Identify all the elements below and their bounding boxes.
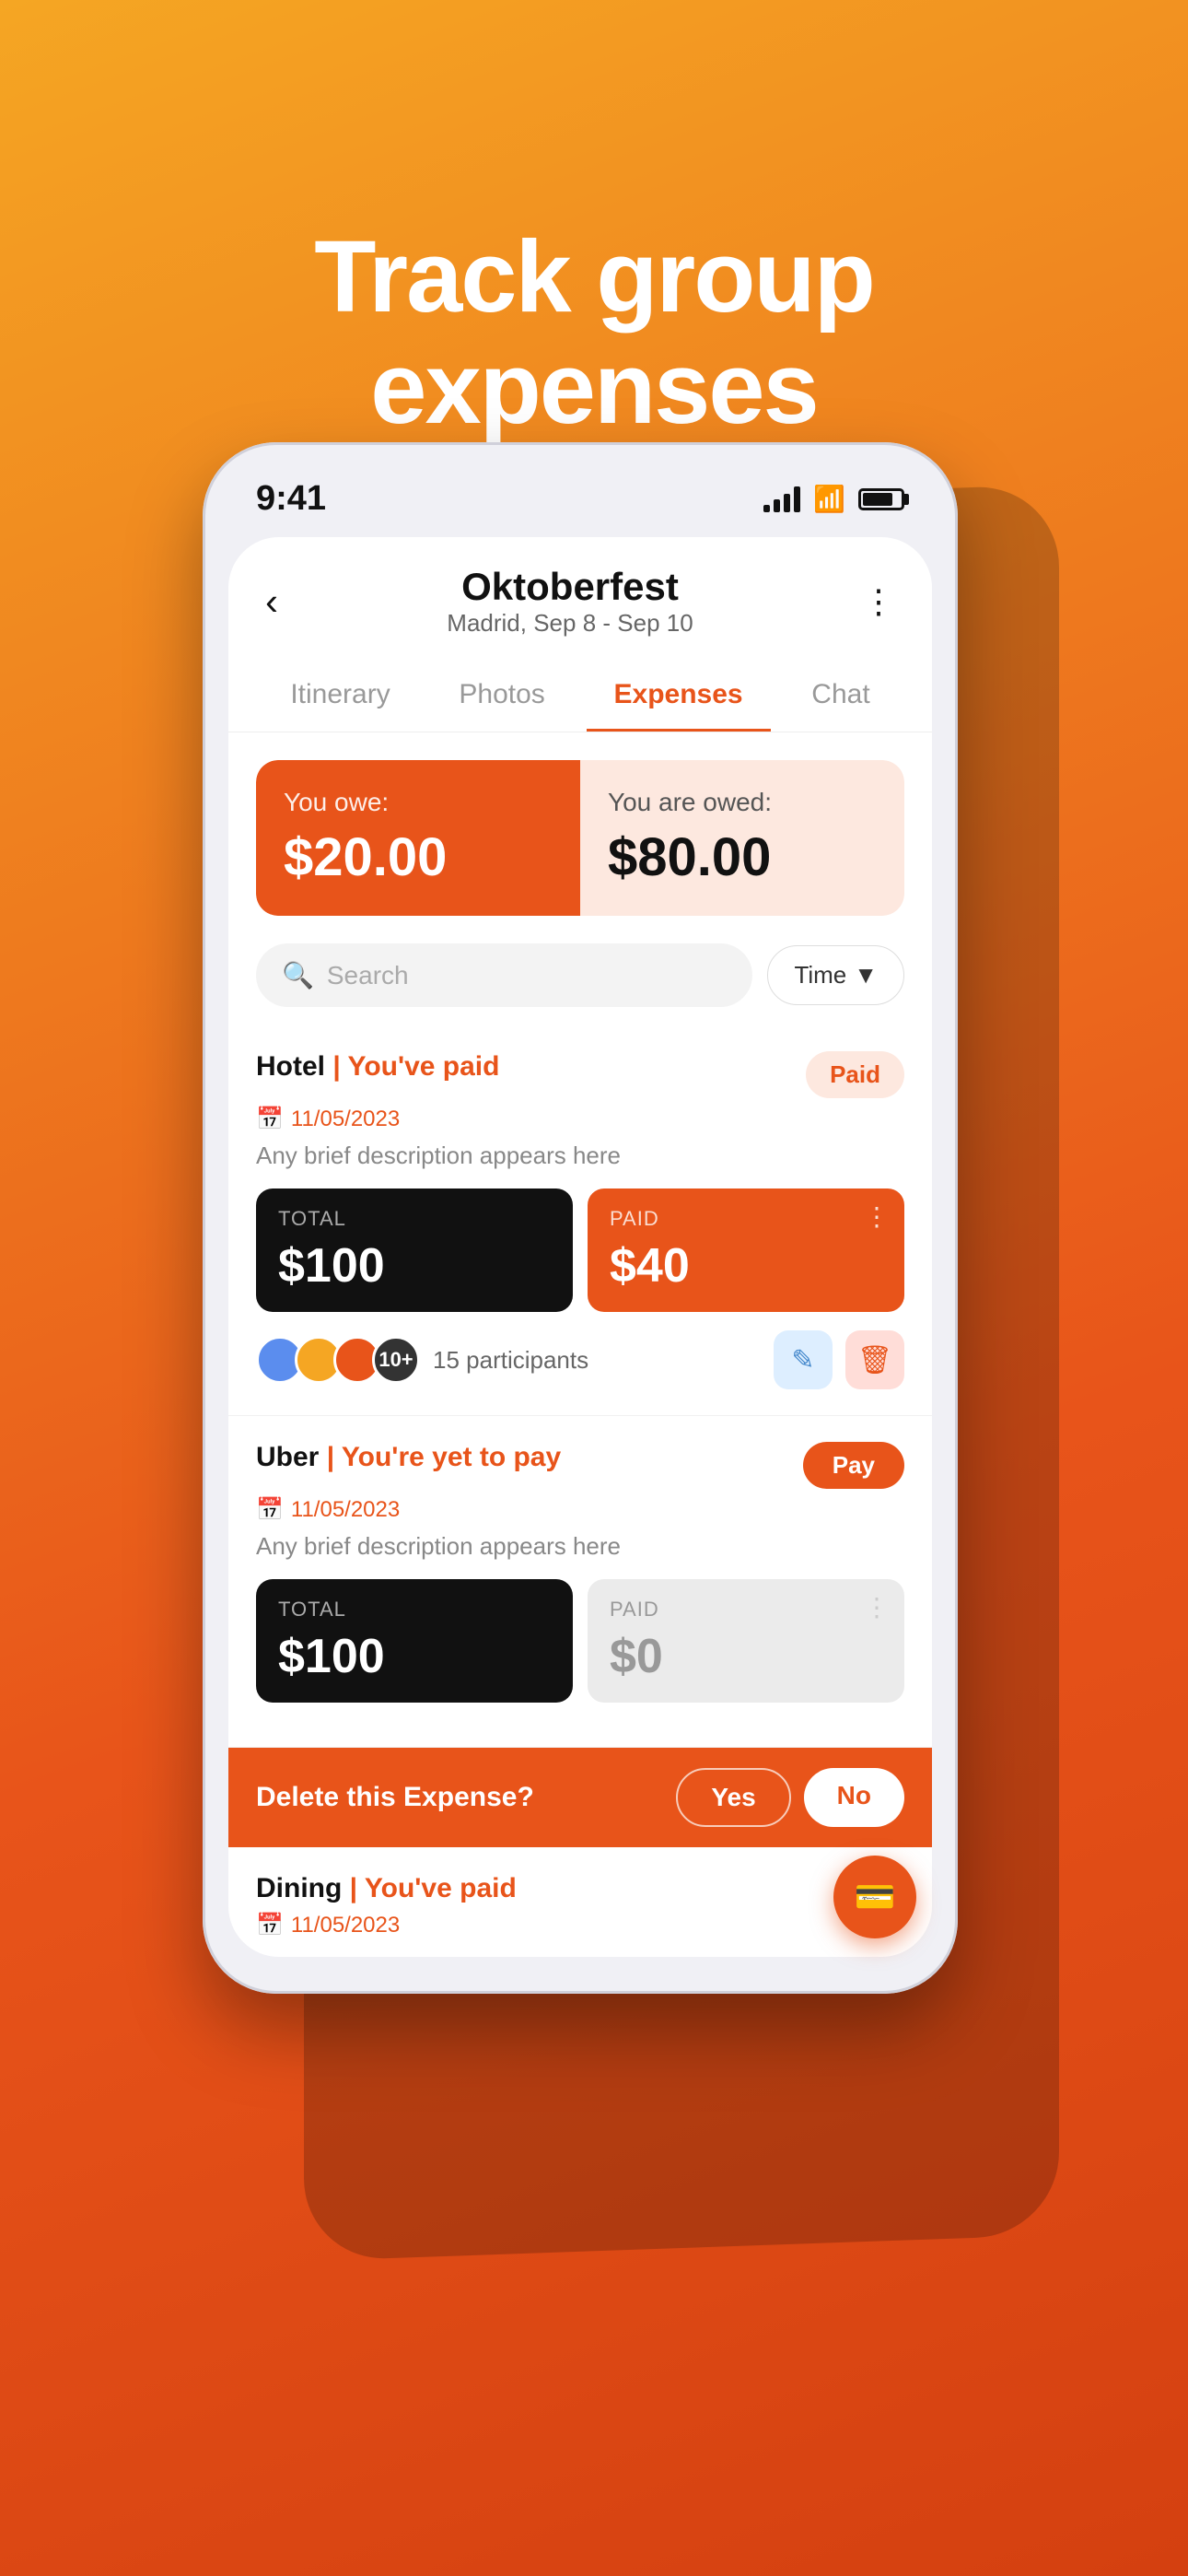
nav-tabs: Itinerary Photos Expenses Chat — [228, 651, 932, 732]
delete-button[interactable]: 🗑 — [845, 1330, 904, 1389]
expense-hotel-name: Hotel | You've paid — [256, 1051, 499, 1083]
search-section: 🔍 Search Time ▼ — [228, 943, 932, 1025]
expense-uber-name: Uber | You're yet to pay — [256, 1442, 561, 1473]
signal-icon — [763, 486, 800, 512]
hotel-participants-row: 10+ 15 participants ✎ 🗑 — [256, 1330, 904, 1389]
phone-frame: 9:41 📶 ‹ Oktoberfest — [203, 442, 958, 1994]
uber-paid-amount: $0 — [610, 1629, 882, 1684]
fab-icon: 💳 — [855, 1878, 896, 1916]
trip-name: Oktoberfest — [447, 565, 693, 609]
no-button[interactable]: No — [804, 1768, 904, 1827]
wifi-icon: 📶 — [813, 484, 845, 514]
uber-total-amount: $100 — [278, 1629, 551, 1684]
expense-hotel-status: | You've paid — [332, 1051, 499, 1082]
search-placeholder: Search — [327, 961, 409, 990]
calendar-icon-dining: 📅 — [256, 1912, 284, 1938]
phone-content: ‹ Oktoberfest Madrid, Sep 8 - Sep 10 ⋮ I… — [228, 537, 932, 1957]
expense-hotel-amounts: TOTAL $100 PAID $40 ⋮ — [256, 1188, 904, 1312]
expense-dining-name: Dining | You've paid — [256, 1873, 517, 1904]
filter-button[interactable]: Time ▼ — [767, 945, 904, 1005]
expense-uber-header: Uber | You're yet to pay Pay — [256, 1442, 904, 1489]
hero-title: Track groupexpenses — [314, 221, 874, 444]
more-button[interactable]: ⋮ — [862, 582, 895, 621]
owe-label: You owe: — [284, 788, 553, 817]
status-time: 9:41 — [256, 479, 326, 519]
hotel-dots-menu[interactable]: ⋮ — [864, 1201, 890, 1232]
yes-button[interactable]: Yes — [676, 1768, 790, 1827]
expense-hotel-date: 📅 11/05/2023 — [256, 1106, 904, 1132]
expense-uber-desc: Any brief description appears here — [256, 1532, 904, 1561]
hotel-action-buttons: ✎ 🗑 — [774, 1330, 904, 1389]
filter-label: Time — [794, 961, 846, 989]
tab-itinerary[interactable]: Itinerary — [262, 661, 417, 732]
tab-expenses[interactable]: Expenses — [587, 661, 771, 732]
status-bar: 9:41 📶 — [228, 470, 932, 537]
expense-uber-date: 📅 11/05/2023 — [256, 1496, 904, 1523]
expense-item-dining: Dining | You've paid 📅 11/05/2023 — [228, 1847, 932, 1957]
hotel-paid-box: PAID $40 ⋮ — [588, 1188, 904, 1312]
uber-dots-menu[interactable]: ⋮ — [864, 1592, 890, 1622]
owe-card: You owe: $20.00 — [256, 760, 580, 916]
tab-photos[interactable]: Photos — [431, 661, 572, 732]
owe-amount: $20.00 — [284, 826, 553, 888]
hotel-total-amount: $100 — [278, 1238, 551, 1294]
expense-item-hotel: Hotel | You've paid Paid 📅 11/05/2023 An… — [228, 1025, 932, 1416]
delete-confirm-bar: Delete this Expense? Yes No — [228, 1748, 932, 1847]
expense-hotel-desc: Any brief description appears here — [256, 1142, 904, 1170]
battery-icon — [858, 488, 904, 510]
hotel-participant-count: 15 participants — [433, 1346, 588, 1375]
app-header: ‹ Oktoberfest Madrid, Sep 8 - Sep 10 ⋮ — [228, 537, 932, 651]
uber-total-box: TOTAL $100 — [256, 1579, 573, 1703]
fab-button[interactable]: 💳 — [833, 1856, 916, 1938]
owed-amount: $80.00 — [608, 826, 877, 888]
chevron-down-icon: ▼ — [854, 961, 878, 989]
expense-hotel-header: Hotel | You've paid Paid — [256, 1051, 904, 1098]
trip-dates: Madrid, Sep 8 - Sep 10 — [447, 609, 693, 638]
balance-section: You owe: $20.00 You are owed: $80.00 — [256, 760, 904, 916]
uber-paid-box: PAID $0 ⋮ — [588, 1579, 904, 1703]
owed-card: You are owed: $80.00 — [580, 760, 904, 916]
calendar-icon: 📅 — [256, 1106, 284, 1132]
expense-hotel-badge: Paid — [806, 1051, 904, 1098]
header-center: Oktoberfest Madrid, Sep 8 - Sep 10 — [447, 565, 693, 638]
expense-dining-date: 📅 11/05/2023 — [256, 1912, 904, 1938]
calendar-icon-uber: 📅 — [256, 1496, 284, 1523]
expense-uber-status: | You're yet to pay — [327, 1442, 562, 1472]
expense-uber-badge[interactable]: Pay — [803, 1442, 904, 1489]
hotel-total-box: TOTAL $100 — [256, 1188, 573, 1312]
tab-chat[interactable]: Chat — [784, 661, 897, 732]
confirm-buttons: Yes No — [676, 1768, 904, 1827]
phone-mockup: 9:41 📶 ‹ Oktoberfest — [203, 442, 985, 1994]
owed-label: You are owed: — [608, 788, 877, 817]
search-bar[interactable]: 🔍 Search — [256, 943, 752, 1007]
status-icons: 📶 — [763, 484, 904, 514]
back-button[interactable]: ‹ — [265, 580, 278, 624]
search-icon: 🔍 — [282, 960, 314, 990]
expense-uber-amounts: TOTAL $100 PAID $0 ⋮ — [256, 1579, 904, 1703]
expense-item-uber: Uber | You're yet to pay Pay 📅 11/05/202… — [228, 1416, 932, 1748]
hero-section: Track groupexpenses — [314, 0, 874, 444]
delete-question: Delete this Expense? — [256, 1782, 534, 1813]
hotel-paid-amount: $40 — [610, 1238, 882, 1294]
expense-dining-status: | You've paid — [350, 1873, 517, 1903]
edit-button[interactable]: ✎ — [774, 1330, 833, 1389]
expense-dining-header: Dining | You've paid — [256, 1873, 904, 1904]
avatar-more: 10+ — [372, 1336, 420, 1384]
